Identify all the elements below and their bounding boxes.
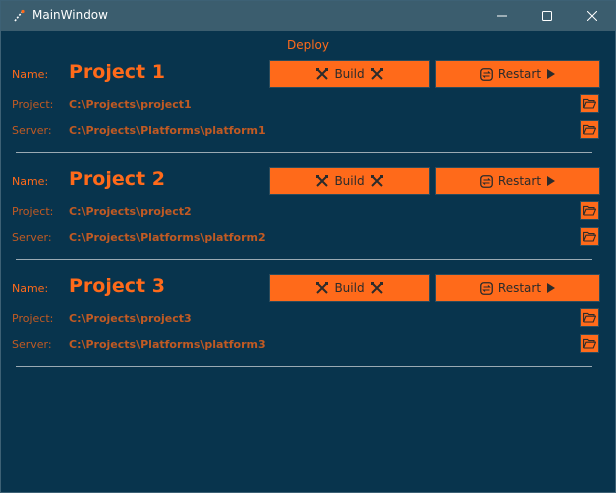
project-card: Name: Project 2 Build Restart Project: C… — [1, 167, 615, 275]
close-icon — [586, 11, 597, 21]
name-label: Name: — [12, 282, 49, 295]
swap-icon — [480, 67, 493, 81]
restart-label: Restart — [497, 67, 542, 81]
project-path: C:\Projects\project3 — [69, 312, 192, 325]
folder-open-icon — [583, 312, 596, 323]
tools-icon — [316, 282, 329, 294]
folder-open-icon — [583, 205, 596, 216]
tools-icon — [316, 68, 329, 80]
play-icon — [547, 283, 556, 293]
build-button[interactable]: Build — [269, 60, 430, 88]
restart-button[interactable]: Restart — [435, 167, 600, 195]
play-icon — [547, 176, 556, 186]
server-path: C:\Projects\Platforms\platform3 — [69, 338, 266, 351]
build-label: Build — [334, 281, 365, 295]
project-card: Name: Project 3 Build Restart Project: C… — [1, 274, 615, 382]
project-name: Project 1 — [69, 61, 165, 83]
project-label: Project: — [12, 98, 54, 111]
browse-server-button[interactable] — [580, 334, 599, 353]
build-button[interactable]: Build — [269, 274, 430, 302]
restart-label: Restart — [497, 174, 542, 188]
browse-project-button[interactable] — [580, 94, 599, 113]
divider — [16, 152, 592, 153]
deploy-heading: Deploy — [286, 38, 330, 52]
project-label: Project: — [12, 312, 54, 325]
maximize-button[interactable] — [524, 1, 569, 31]
name-label: Name: — [12, 175, 49, 188]
restart-button[interactable]: Restart — [435, 60, 600, 88]
project-card: Name: Project 1 Build Restart Project: C… — [1, 60, 615, 168]
close-button[interactable] — [569, 1, 614, 31]
browse-server-button[interactable] — [580, 227, 599, 246]
browse-server-button[interactable] — [580, 120, 599, 139]
server-path: C:\Projects\Platforms\platform1 — [69, 124, 266, 137]
swap-icon — [480, 281, 493, 295]
title-bar[interactable]: MainWindow — [1, 1, 615, 31]
project-name: Project 3 — [69, 275, 165, 297]
folder-open-icon — [583, 231, 596, 242]
server-path: C:\Projects\Platforms\platform2 — [69, 231, 266, 244]
tools-icon — [370, 68, 383, 80]
restart-button[interactable]: Restart — [435, 274, 600, 302]
project-name: Project 2 — [69, 168, 165, 190]
play-icon — [547, 69, 556, 79]
swap-icon — [480, 174, 493, 188]
name-label: Name: — [12, 68, 49, 81]
build-button[interactable]: Build — [269, 167, 430, 195]
maximize-icon — [541, 11, 552, 21]
browse-project-button[interactable] — [580, 308, 599, 327]
restart-label: Restart — [497, 281, 542, 295]
folder-open-icon — [583, 338, 596, 349]
minimize-button[interactable] — [479, 1, 524, 31]
server-label: Server: — [12, 338, 52, 351]
server-label: Server: — [12, 231, 52, 244]
minimize-icon — [496, 15, 507, 17]
browse-project-button[interactable] — [580, 201, 599, 220]
project-path: C:\Projects\project1 — [69, 98, 192, 111]
project-label: Project: — [12, 205, 54, 218]
folder-open-icon — [583, 124, 596, 135]
divider — [16, 259, 592, 260]
server-label: Server: — [12, 124, 52, 137]
tools-icon — [370, 282, 383, 294]
main-window: MainWindow Deploy Name: Project 1 Build … — [0, 0, 616, 493]
window-title: MainWindow — [32, 8, 108, 22]
build-label: Build — [334, 174, 365, 188]
project-path: C:\Projects\project2 — [69, 205, 192, 218]
build-label: Build — [334, 67, 365, 81]
tools-icon — [316, 175, 329, 187]
tools-icon — [370, 175, 383, 187]
divider — [16, 366, 592, 367]
app-icon — [14, 9, 25, 22]
folder-open-icon — [583, 98, 596, 109]
